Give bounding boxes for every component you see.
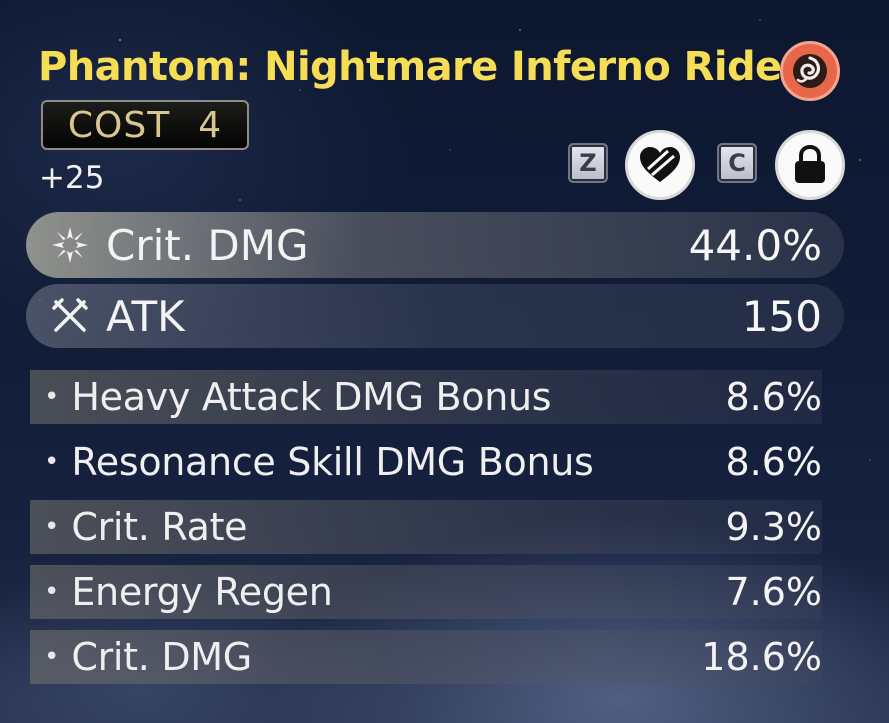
sub-stat-row: • Resonance Skill DMG Bonus 8.6% <box>30 435 822 489</box>
discard-button[interactable] <box>625 130 695 200</box>
echo-level: +25 <box>39 160 105 196</box>
main-stat-row: ATK 150 <box>26 284 844 348</box>
lock-icon <box>795 145 825 183</box>
echo-title: Phantom: Nightmare Inferno Rider <box>38 44 801 90</box>
crit-dmg-icon <box>48 223 92 267</box>
sub-stat-row: • Crit. Rate 9.3% <box>30 500 822 554</box>
sub-stat-value: 7.6% <box>725 570 822 614</box>
sub-stat-name: Crit. Rate <box>71 505 248 549</box>
main-stat-name: Crit. DMG <box>106 220 309 270</box>
sub-stat-row: • Energy Regen 7.6% <box>30 565 822 619</box>
main-stat-value: 150 <box>741 291 822 341</box>
atk-swords-icon <box>48 294 92 338</box>
sub-stat-name: Heavy Attack DMG Bonus <box>71 375 552 419</box>
bullet-icon: • <box>44 512 60 542</box>
broken-heart-icon <box>640 147 680 182</box>
discard-hotkey: Z <box>568 143 608 183</box>
bullet-icon: • <box>44 577 60 607</box>
fusion-element-icon <box>780 41 840 101</box>
sub-stat-row: • Heavy Attack DMG Bonus 8.6% <box>30 370 822 424</box>
cost-badge: COST 4 <box>41 100 249 150</box>
sub-stat-value: 8.6% <box>725 440 822 484</box>
sub-stat-value: 8.6% <box>725 375 822 419</box>
main-stat-name: ATK <box>106 291 185 341</box>
cost-label: COST <box>67 104 171 146</box>
bullet-icon: • <box>44 447 60 477</box>
main-stat-row: Crit. DMG 44.0% <box>26 212 844 278</box>
main-stat-value: 44.0% <box>688 220 822 270</box>
sub-stat-name: Resonance Skill DMG Bonus <box>71 440 594 484</box>
sub-stat-value: 9.3% <box>725 505 822 549</box>
lock-hotkey: C <box>717 143 757 183</box>
cost-value: 4 <box>198 104 223 146</box>
sub-stat-name: Energy Regen <box>71 570 333 614</box>
sub-stat-name: Crit. DMG <box>71 635 252 679</box>
bullet-icon: • <box>44 382 60 412</box>
bullet-icon: • <box>44 642 60 672</box>
sub-stat-row: • Crit. DMG 18.6% <box>30 630 822 684</box>
sub-stat-value: 18.6% <box>701 635 822 679</box>
lock-button[interactable] <box>775 130 845 200</box>
